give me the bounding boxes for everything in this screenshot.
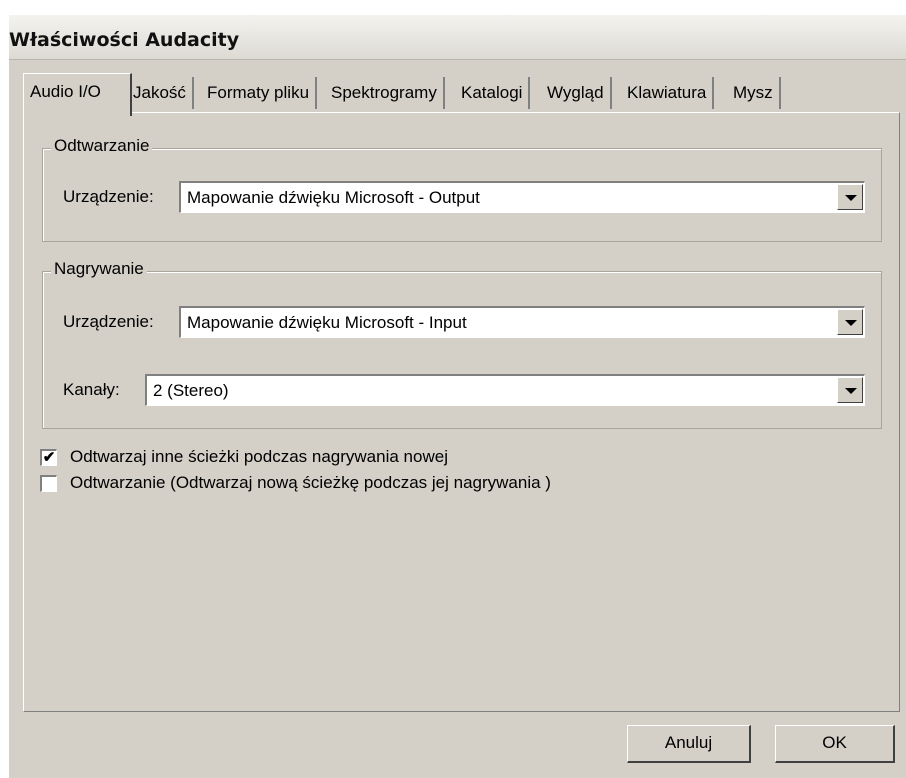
tab-strip: Audio I/O Jakość Formaty pliku Spektrogr… <box>23 73 823 116</box>
overdub-label[interactable]: Odtwarzaj inne ścieżki podczas nagrywani… <box>70 447 448 467</box>
tab-quality[interactable]: Jakość <box>127 77 194 109</box>
chevron-down-icon <box>845 195 857 201</box>
tab-keyboard[interactable]: Klawiatura <box>621 77 715 109</box>
channels-value: 2 (Stereo) <box>153 381 229 400</box>
recording-legend: Nagrywanie <box>51 259 147 279</box>
tab-mouse[interactable]: Mysz <box>727 77 781 109</box>
tab-interface[interactable]: Wygląd <box>541 77 612 109</box>
channels-select[interactable]: 2 (Stereo) <box>145 374 865 406</box>
recording-groupbox: Nagrywanie Urządzenie: Mapowanie dźwięku… <box>42 259 882 429</box>
tab-file-formats[interactable]: Formaty pliku <box>201 77 318 109</box>
tab-directories[interactable]: Katalogi <box>455 77 531 109</box>
ok-button[interactable]: OK <box>775 725 895 763</box>
channels-label: Kanały: <box>63 380 120 399</box>
overdub-checkbox[interactable]: ✔ <box>40 449 57 466</box>
channels-dropdown-button[interactable] <box>837 377 863 403</box>
playback-device-dropdown-button[interactable] <box>837 184 863 210</box>
playback-legend: Odtwarzanie <box>51 136 153 156</box>
playback-device-label: Urządzenie: <box>63 187 154 206</box>
chevron-down-icon <box>845 388 857 394</box>
window-title: Właściwości Audacity <box>9 29 240 51</box>
cancel-button[interactable]: Anuluj <box>627 725 751 763</box>
recording-device-value: Mapowanie dźwięku Microsoft - Input <box>187 313 467 332</box>
playback-groupbox: Odtwarzanie Urządzenie: Mapowanie dźwięk… <box>42 136 882 242</box>
tab-audio-io[interactable]: Audio I/O <box>23 73 132 116</box>
recording-device-select[interactable]: Mapowanie dźwięku Microsoft - Input <box>179 306 865 338</box>
title-bar[interactable]: Właściwości Audacity <box>9 15 906 60</box>
playthrough-checkbox[interactable] <box>40 475 57 492</box>
recording-device-label: Urządzenie: <box>63 312 154 331</box>
preferences-dialog: Właściwości Audacity Audio I/O Jakość Fo… <box>8 14 906 778</box>
playthrough-label[interactable]: Odtwarzanie (Odtwarzaj nową ścieżkę podc… <box>70 473 551 493</box>
tab-panel-audio-io: Odtwarzanie Urządzenie: Mapowanie dźwięk… <box>23 112 900 712</box>
playback-device-value: Mapowanie dźwięku Microsoft - Output <box>187 188 480 207</box>
chevron-down-icon <box>845 320 857 326</box>
tab-spectrograms[interactable]: Spektrogramy <box>325 77 445 109</box>
recording-device-dropdown-button[interactable] <box>837 309 863 335</box>
playback-device-select[interactable]: Mapowanie dźwięku Microsoft - Output <box>179 181 865 213</box>
